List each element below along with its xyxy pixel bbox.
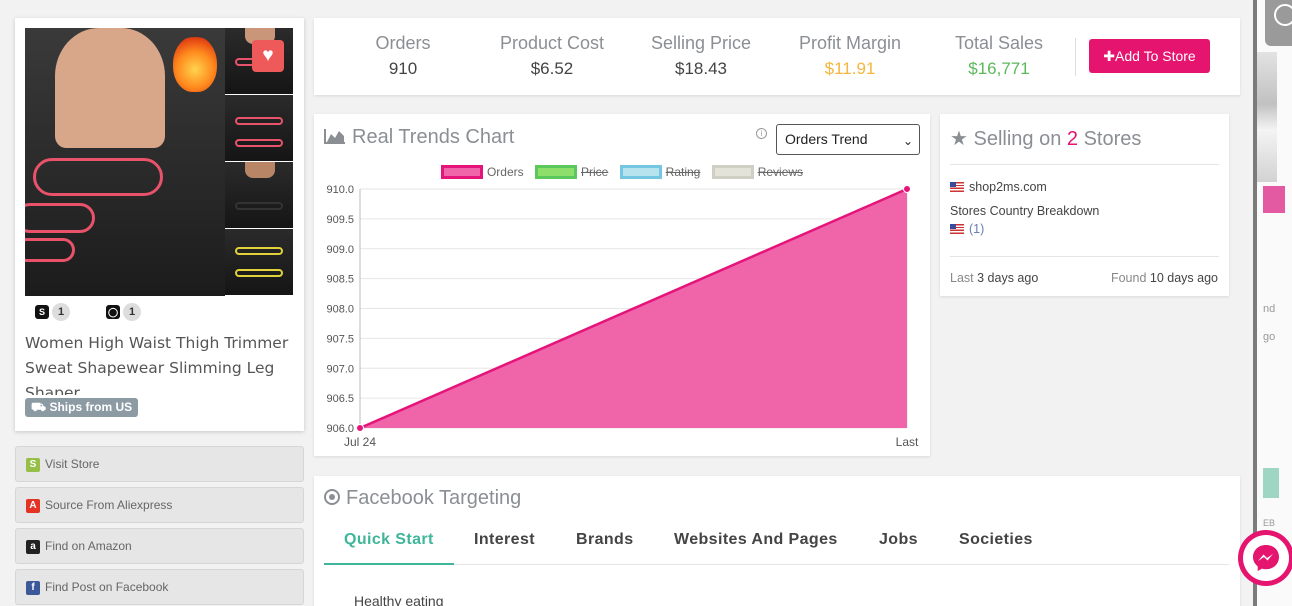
country-breakdown-item: (1) (950, 222, 984, 236)
facebook-icon: f (26, 580, 40, 595)
trends-chart-card: Real Trends Chart i Orders Trend ⌄ Orders… (314, 114, 930, 456)
tab-quick-start[interactable]: Quick Start (324, 528, 454, 565)
x-tick-label: Jul 24 (344, 435, 376, 449)
add-to-store-button[interactable]: ✚Add To Store (1089, 39, 1210, 73)
ships-from-badge: ⛟ Ships from US (25, 398, 139, 417)
y-tick-label: 909.5 (326, 214, 354, 226)
divider (950, 164, 1219, 165)
fire-icon (173, 36, 217, 92)
tab-websites-and-pages[interactable]: Websites And Pages (654, 528, 858, 565)
background-text: nd (1263, 303, 1276, 315)
background-pane: nd go EB (1257, 0, 1292, 606)
product-main-image[interactable] (25, 28, 225, 296)
chart-legend: Orders Price Rating Reviews (314, 165, 930, 179)
tab-jobs[interactable]: Jobs (859, 528, 938, 565)
us-flag-icon (950, 224, 964, 234)
background-button (1263, 186, 1285, 213)
product-title[interactable]: Women High Waist Thigh Trimmer Sweat Sha… (25, 331, 295, 395)
messenger-chat-button[interactable] (1238, 530, 1292, 586)
amazon-icon: a (26, 539, 40, 554)
stores-title: ★ Selling on 2 Stores (950, 128, 1142, 150)
country-breakdown-label: Stores Country Breakdown (950, 204, 1100, 218)
y-tick-label: 907.0 (326, 363, 354, 375)
y-tick-label: 909.0 (326, 244, 354, 256)
y-tick-label: 910.0 (326, 184, 354, 196)
chart-title: Real Trends Chart (324, 126, 514, 149)
stat-product-cost: Product Cost $6.52 (499, 33, 605, 78)
y-tick-label: 908.0 (326, 304, 354, 316)
tab-brands[interactable]: Brands (556, 528, 654, 565)
stores-card: ★ Selling on 2 Stores shop2ms.com Stores… (940, 114, 1229, 296)
messenger-icon (1253, 545, 1279, 571)
background-text: EB (1263, 518, 1276, 528)
divider (1075, 38, 1076, 76)
plus-icon: ✚ (1103, 48, 1116, 64)
interest-item[interactable]: Healthy eating (354, 593, 444, 606)
orders-point (903, 185, 911, 193)
user-icon[interactable] (1265, 0, 1292, 46)
platform-shopify: S1 (35, 303, 70, 321)
last-seen: Last 3 days ago (950, 271, 1039, 285)
legend-item-reviews[interactable]: Reviews (711, 165, 803, 179)
legend-item-rating[interactable]: Rating (619, 165, 700, 179)
aliexpress-button[interactable]: A Source From Aliexpress (15, 487, 304, 523)
shopify-icon: S (26, 457, 40, 472)
legend-item-orders[interactable]: Orders (440, 165, 524, 179)
facebook-post-button[interactable]: f Find Post on Facebook (15, 569, 304, 605)
product-image-band (25, 238, 75, 262)
stats-bar: Orders 910 Product Cost $6.52 Selling Pr… (314, 18, 1240, 95)
stat-orders: Orders 910 (375, 33, 431, 78)
platform-store: ◯ 1 (106, 303, 141, 321)
orders-point (356, 424, 364, 432)
y-tick-label: 906.5 (326, 393, 354, 405)
background-page-edge: nd go EB (1253, 0, 1292, 606)
targeting-tabs: Quick Start Interest Brands Websites And… (324, 528, 1229, 565)
stat-total-sales: Total Sales $16,771 (954, 33, 1044, 78)
shopify-icon: S (35, 305, 49, 319)
platform-count: 1 (52, 303, 70, 321)
star-icon: ★ (950, 128, 968, 150)
orders-area-chart: 906.0 906.5 907.0 907.5 908.0 908.5 909.0 909.5… (326, 184, 919, 449)
facebook-targeting-title: Facebook Targeting (324, 487, 521, 510)
product-thumbnail[interactable] (225, 229, 293, 295)
y-tick-label: 907.5 (326, 333, 354, 345)
facebook-targeting-card: Facebook Targeting Quick Start Interest … (314, 476, 1240, 606)
product-image-band (25, 203, 95, 233)
amazon-button[interactable]: a Find on Amazon (15, 528, 304, 564)
found-date: Found 10 days ago (1110, 271, 1218, 285)
store-link[interactable]: shop2ms.com (950, 180, 1047, 194)
info-icon[interactable]: i (756, 128, 767, 139)
product-image-band (33, 158, 163, 196)
trend-select[interactable]: Orders Trend ⌄ (776, 124, 920, 155)
area-chart-icon (324, 129, 345, 144)
legend-item-price[interactable]: Price (534, 165, 608, 179)
stat-selling-price: Selling Price $18.43 (650, 33, 752, 78)
background-image (1257, 52, 1277, 182)
y-tick-label: 908.5 (326, 274, 354, 286)
heart-icon: ♥ (262, 45, 274, 66)
product-card: ♥ S1 ◯ 1 Women High Waist Thigh Trimmer S… (15, 18, 304, 431)
aliexpress-icon: A (26, 498, 40, 513)
x-tick-label: Last (896, 435, 919, 449)
chevron-down-icon: ⌄ (902, 134, 913, 148)
target-icon (324, 489, 340, 505)
divider (950, 256, 1219, 257)
y-tick-label: 906.0 (326, 423, 354, 435)
background-text: go (1263, 331, 1276, 343)
visit-store-button[interactable]: S Visit Store (15, 446, 304, 482)
product-image-torso (55, 28, 165, 148)
tab-societies[interactable]: Societies (939, 528, 1053, 565)
truck-icon: ⛟ (31, 400, 47, 414)
platform-counts: S1 ◯ 1 (35, 303, 285, 321)
favorite-button[interactable]: ♥ (252, 40, 284, 72)
platform-count: 1 (123, 303, 141, 321)
us-flag-icon (950, 182, 964, 192)
background-button (1263, 468, 1279, 498)
store-bag-icon: ◯ (106, 305, 120, 319)
product-thumbnail[interactable] (225, 162, 293, 228)
stat-profit-margin: Profit Margin $11.91 (798, 33, 902, 78)
tab-interest[interactable]: Interest (454, 528, 555, 565)
product-thumbnail[interactable] (225, 95, 293, 161)
